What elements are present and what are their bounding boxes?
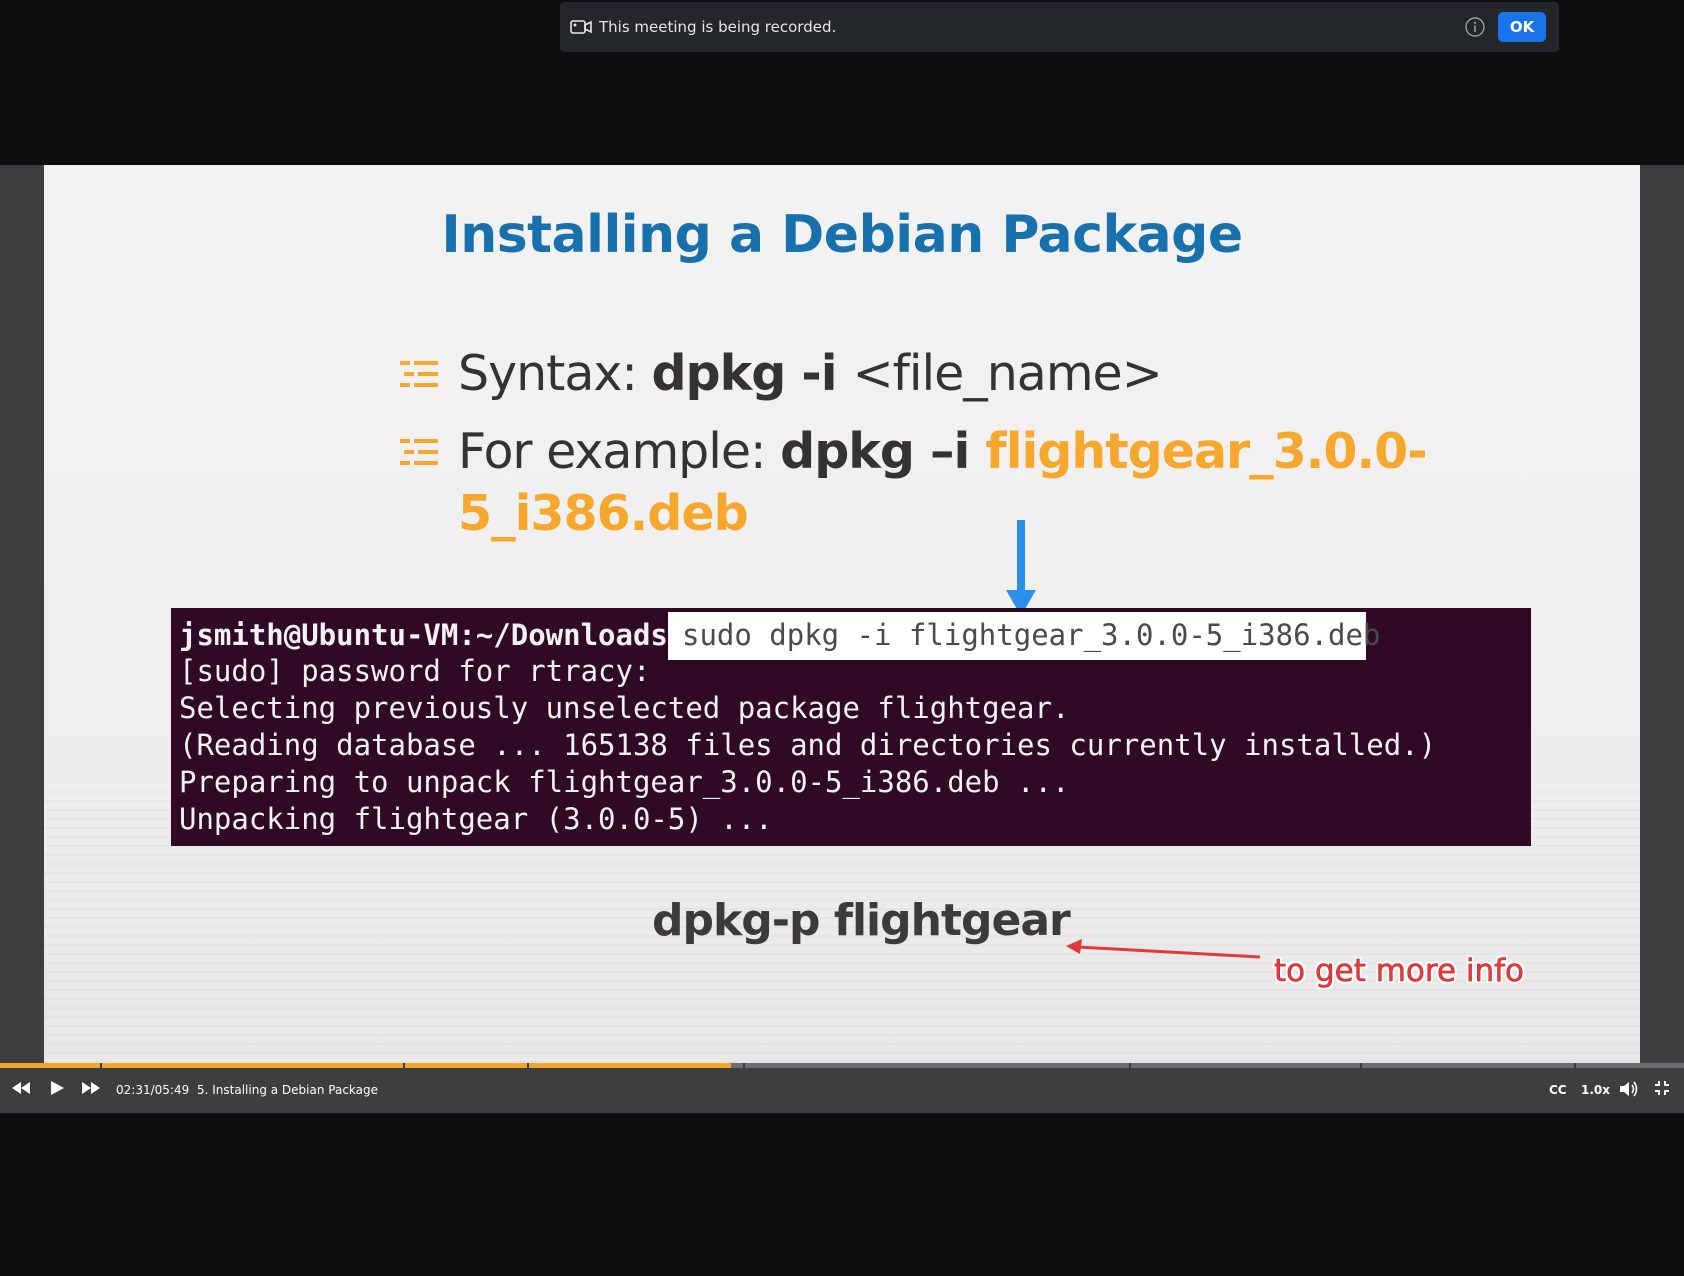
list-bullet-icon — [400, 439, 438, 465]
play-icon[interactable] — [49, 1080, 65, 1096]
captions-button[interactable]: CC — [1549, 1083, 1567, 1097]
down-arrow-icon — [1006, 520, 1036, 616]
bullet-prefix: Syntax: — [458, 345, 652, 402]
rewind-icon[interactable] — [11, 1080, 31, 1096]
recording-message: This meeting is being recorded. — [599, 18, 837, 36]
slide: Installing a Debian Package Syntax: dpkg… — [44, 165, 1640, 1063]
recording-camera-icon — [570, 20, 592, 34]
red-arrow-icon — [1066, 939, 1261, 959]
bullet-argument-continued: 5_i386.deb — [458, 485, 749, 542]
annotation-command: dpkg-p flightgear — [652, 895, 1071, 946]
terminal-line: Selecting previously unselected package … — [179, 691, 1070, 725]
terminal-screenshot: jsmith@Ubuntu-VM:~/Downloads$ sudo dpkg … — [171, 608, 1531, 846]
exit-fullscreen-icon[interactable] — [1654, 1080, 1670, 1096]
terminal-prompt: jsmith@Ubuntu-VM:~/Downloads$ — [179, 618, 686, 652]
terminal-command: sudo dpkg -i flightgear_3.0.0-5_i386.deb — [668, 612, 1380, 660]
bullet-command: dpkg -i — [651, 345, 853, 402]
annotation-note: to get more info — [1274, 953, 1525, 990]
terminal-line: Unpacking flightgear (3.0.0-5) ... — [179, 802, 773, 836]
bullet-command: dpkg –i — [780, 423, 986, 480]
lecture-title: 5. Installing a Debian Package — [197, 1083, 379, 1097]
terminal-line: Preparing to unpack flightgear_3.0.0-5_i… — [179, 765, 1070, 799]
player-controls: 02:31/05:49 5. Installing a Debian Packa… — [0, 1068, 1684, 1113]
bullet-argument: flightgear_3.0.0- — [985, 423, 1427, 480]
info-icon[interactable] — [1464, 16, 1486, 38]
bullet-prefix: For example: — [458, 423, 781, 480]
bullet-argument: <file_name> — [852, 345, 1163, 402]
ok-button[interactable]: OK — [1498, 12, 1546, 42]
recording-banner: This meeting is being recorded. OK — [560, 2, 1559, 52]
time-display: 02:31/05:49 — [116, 1083, 190, 1097]
terminal-line: [sudo] password for rtracy: — [179, 654, 651, 688]
fast-forward-icon[interactable] — [81, 1080, 101, 1096]
video-player[interactable]: Installing a Debian Package Syntax: dpkg… — [0, 165, 1684, 1063]
terminal-line: (Reading database ... 165138 files and d… — [179, 728, 1437, 762]
list-bullet-icon — [400, 361, 438, 387]
volume-icon[interactable] — [1619, 1080, 1639, 1098]
playback-speed-button[interactable]: 1.0x — [1581, 1083, 1610, 1097]
slide-title: Installing a Debian Package — [441, 205, 1243, 265]
